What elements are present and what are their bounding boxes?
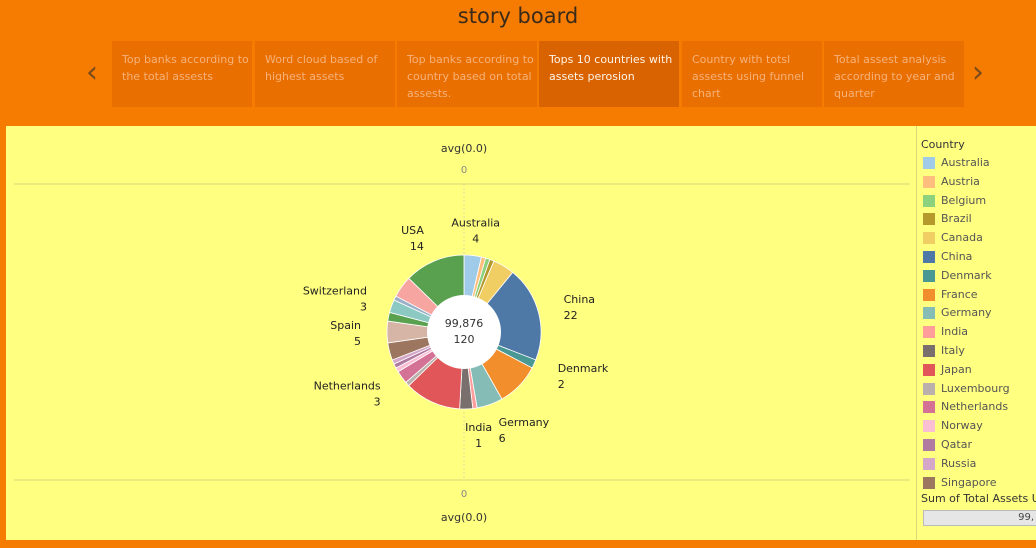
legend-item[interactable]: Luxembourg — [923, 381, 1036, 399]
legend-swatch — [923, 194, 935, 207]
slice-label-name: Spain — [330, 319, 361, 332]
story-title: story board — [457, 4, 579, 28]
story-board-panel: avg(0.0) 0 0 avg(0.0) 99,876 120 Austral… — [6, 126, 1036, 540]
tab-top10-countries[interactable]: Tops 10 countries with assets perosion — [539, 41, 679, 107]
slice-label-value: 4 — [472, 233, 479, 246]
slice-label-value: 1 — [475, 437, 482, 450]
story-header: story board ‹ Top banks according to the… — [0, 0, 1036, 122]
legend-swatch — [923, 382, 935, 395]
tab-funnel-chart[interactable]: Country with totsl assests using funnel … — [682, 41, 822, 107]
slice-label-name: Netherlands — [314, 380, 381, 393]
legend-item[interactable]: Belgium — [923, 193, 1036, 211]
legend-item[interactable]: Italy — [923, 343, 1036, 361]
top-axis-value: 0 — [461, 165, 467, 176]
legend-swatch — [923, 157, 935, 169]
slice-label-name: Denmark — [558, 362, 609, 375]
slice-label-value: 6 — [499, 432, 506, 445]
slice-label-name: USA — [401, 224, 424, 237]
legend-label: Canada — [941, 231, 983, 245]
legend-label: Germany — [941, 306, 992, 320]
tab-top-banks-total[interactable]: Top banks according to the total assests — [112, 41, 252, 107]
legend-label: China — [941, 250, 973, 263]
slice-label-name: Germany — [499, 416, 550, 429]
legend-swatch — [923, 476, 935, 489]
legend-label: Netherlands — [941, 400, 1009, 414]
legend-swatch — [923, 232, 935, 245]
legend-item[interactable]: Netherlands — [923, 399, 1036, 417]
legend-item[interactable]: China — [923, 249, 1036, 267]
legend-title: Country — [921, 138, 965, 151]
legend-label: Singapore — [941, 475, 997, 489]
tab-top-banks-country[interactable]: Top banks according to country based on … — [397, 41, 537, 107]
legend-swatch — [923, 457, 935, 470]
legend-swatch — [923, 401, 935, 414]
chevron-left-icon[interactable]: ‹ — [86, 56, 98, 90]
center-count-label: 120 — [454, 333, 475, 346]
legend-label: Austria — [941, 174, 980, 188]
tab-word-cloud[interactable]: Word cloud based of highest assets — [255, 41, 395, 107]
slice-label-name: Switzerland — [303, 284, 367, 297]
legend-item[interactable]: Denmark — [923, 268, 1036, 286]
legend-label: Qatar — [941, 438, 972, 451]
sum-assets-bar: 99, — [923, 510, 1036, 526]
slice-label-name: India — [465, 421, 492, 434]
legend-label: Denmark — [941, 268, 992, 282]
legend-item[interactable]: India — [923, 324, 1036, 342]
legend-label: Luxembourg — [941, 381, 1010, 395]
slice-label-value: 14 — [410, 240, 424, 253]
legend-item[interactable]: Australia — [923, 155, 1036, 173]
legend-swatch — [923, 345, 935, 357]
slice-label-value: 2 — [558, 378, 565, 391]
legend-panel: Country Australia Austria Belgium Brazil Can… — [916, 126, 1036, 540]
legend-item[interactable]: Singapore — [923, 475, 1036, 493]
donut-hole — [427, 295, 501, 369]
legend-label: Japan — [941, 362, 972, 376]
legend-label: Australia — [941, 156, 990, 169]
legend-swatch — [923, 251, 935, 263]
legend-swatch — [923, 307, 935, 320]
slice-label-value: 3 — [360, 300, 367, 313]
legend-item[interactable]: Germany — [923, 305, 1036, 323]
slice-label-name: China — [564, 293, 595, 306]
legend-item[interactable]: Russia — [923, 456, 1036, 474]
slice-label-value: 5 — [354, 335, 361, 348]
slice-label-value: 22 — [564, 309, 578, 322]
donut-plot-area: avg(0.0) 0 0 avg(0.0) 99,876 120 Austral… — [6, 126, 914, 540]
legend-swatch — [923, 213, 935, 226]
legend-swatch — [923, 175, 935, 188]
legend-item[interactable]: Japan — [923, 362, 1036, 380]
legend-label: Norway — [941, 419, 983, 433]
legend-item[interactable]: Norway — [923, 418, 1036, 436]
legend-item[interactable]: Qatar — [923, 437, 1036, 455]
chevron-right-icon[interactable]: › — [972, 56, 984, 90]
legend-swatch — [923, 326, 935, 339]
legend-label: Brazil — [941, 212, 972, 226]
center-total-label: 99,876 — [445, 317, 484, 330]
legend-label: Russia — [941, 456, 977, 470]
bottom-axis-value: 0 — [461, 489, 467, 500]
sum-assets-title: Sum of Total Assets Us — [921, 492, 1036, 505]
legend-label: France — [941, 287, 978, 301]
tab-year-quarter[interactable]: Total assest analysis according to year … — [824, 41, 964, 107]
legend-label: India — [941, 325, 968, 339]
legend-swatch — [923, 439, 935, 451]
legend-item[interactable]: France — [923, 287, 1036, 305]
legend-item[interactable]: Canada — [923, 230, 1036, 248]
slice-label-value: 3 — [374, 396, 381, 409]
legend-label: Belgium — [941, 193, 987, 207]
top-axis-label: avg(0.0) — [441, 142, 487, 155]
legend-item[interactable]: Brazil — [923, 211, 1036, 229]
bottom-axis-label: avg(0.0) — [441, 511, 487, 524]
legend-swatch — [923, 288, 935, 301]
slice-label-name: Australia — [451, 217, 500, 230]
legend-swatch — [923, 269, 935, 282]
legend-swatch — [923, 363, 935, 376]
legend-item[interactable]: Austria — [923, 174, 1036, 192]
legend-swatch — [923, 420, 935, 433]
legend-label: Italy — [941, 344, 965, 357]
donut-chart: avg(0.0) 0 0 avg(0.0) 99,876 120 Austral… — [14, 142, 910, 524]
